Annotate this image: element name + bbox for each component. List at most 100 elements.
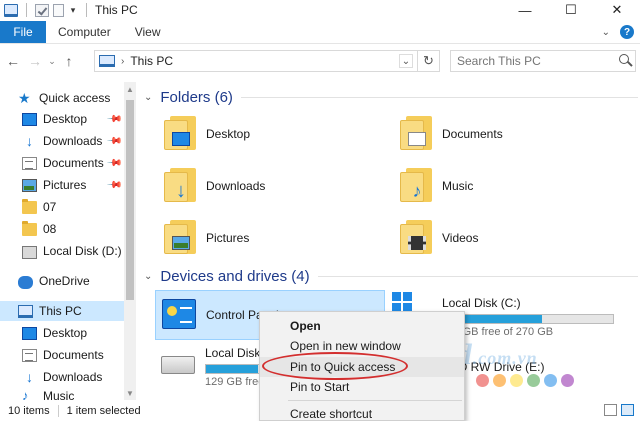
desktop-folder-icon	[164, 116, 196, 152]
sidebar-item-08[interactable]: 08	[0, 219, 124, 239]
scroll-up-arrow-icon[interactable]: ▲	[124, 82, 136, 96]
folder-label: Pictures	[206, 231, 250, 245]
minimize-button[interactable]: —	[502, 0, 548, 20]
expand-ribbon-icon[interactable]: ⌄	[602, 27, 610, 38]
sidebar-item-this-pc[interactable]: This PC	[0, 301, 124, 321]
sidebar-scrollbar[interactable]: ▲ ▼	[124, 82, 136, 400]
sidebar-item-desktop[interactable]: Desktop 📌	[0, 109, 124, 129]
search-input[interactable]	[457, 54, 607, 68]
devices-section-title: Devices and drives (4)	[160, 267, 310, 285]
up-button[interactable]: ↑	[58, 50, 80, 72]
sidebar-item-pc-music[interactable]: ♪ Music	[0, 389, 124, 400]
music-icon: ♪	[22, 389, 29, 400]
this-pc-icon[interactable]	[4, 3, 18, 17]
address-dropdown-icon[interactable]: ⌄	[399, 54, 413, 68]
customize-dropdown-icon[interactable]: ▾	[68, 4, 78, 17]
sidebar-item-pc-documents[interactable]: Documents	[0, 345, 124, 365]
address-bar[interactable]: › This PC ⌄ ↻	[94, 50, 440, 72]
window-controls: — ☐ ✕	[502, 0, 640, 20]
music-folder-icon: ♪	[400, 168, 432, 204]
this-pc-icon	[99, 55, 115, 67]
folder-icon	[22, 220, 37, 236]
back-button[interactable]: ←	[2, 50, 24, 72]
folder-label: Desktop	[206, 127, 251, 141]
item-count: 10 items	[8, 404, 50, 417]
close-button[interactable]: ✕	[594, 0, 640, 20]
new-folder-icon[interactable]	[53, 3, 64, 17]
window-title: This PC	[95, 3, 138, 17]
toolbar-divider	[86, 3, 87, 17]
folder-downloads[interactable]: ↓ Downloads	[144, 162, 374, 210]
scroll-down-arrow-icon[interactable]: ▼	[124, 386, 136, 400]
details-view-icon[interactable]	[604, 404, 617, 416]
sidebar-item-label: OneDrive	[39, 274, 90, 288]
hard-disk-icon	[161, 356, 195, 374]
control-panel-icon	[162, 299, 196, 329]
recent-locations-button[interactable]: ⌄	[46, 50, 58, 72]
this-pc-icon	[18, 304, 33, 318]
tab-file[interactable]: File	[0, 21, 46, 43]
refresh-icon[interactable]: ↻	[417, 51, 439, 71]
downloads-icon: ↓	[26, 132, 33, 149]
selection-count: 1 item selected	[66, 404, 141, 417]
folder-label: Downloads	[206, 179, 266, 193]
tab-view[interactable]: View	[123, 21, 173, 43]
sidebar-item-pc-downloads[interactable]: ↓ Downloads	[0, 367, 124, 387]
folder-icon	[22, 198, 37, 214]
folder-music[interactable]: ♪ Music	[380, 162, 610, 210]
forward-button[interactable]: →	[24, 50, 46, 72]
devices-section-header[interactable]: ⌄ Devices and drives (4)	[144, 265, 638, 287]
folder-label: Documents	[442, 127, 503, 141]
menu-item-pin-start[interactable]: Pin to Start	[260, 377, 464, 397]
sidebar-item-07[interactable]: 07	[0, 197, 124, 217]
pin-icon: 📌	[105, 176, 123, 194]
pictures-icon	[22, 178, 37, 192]
title-bar: ▾ This PC — ☐ ✕	[0, 0, 640, 20]
section-divider	[317, 275, 638, 277]
folders-section-header[interactable]: ⌄ Folders (6)	[144, 86, 638, 108]
large-icons-view-icon[interactable]	[621, 404, 634, 416]
ribbon-right-controls: ⌄ ?	[602, 25, 634, 39]
search-box[interactable]	[450, 50, 636, 72]
sidebar-item-onedrive[interactable]: OneDrive	[0, 271, 124, 291]
menu-item-open-new-window[interactable]: Open in new window	[260, 336, 464, 356]
tab-computer[interactable]: Computer	[46, 21, 123, 43]
breadcrumb-separator[interactable]: ›	[121, 56, 124, 67]
folder-desktop[interactable]: Desktop	[144, 110, 374, 158]
scroll-thumb[interactable]	[126, 100, 134, 300]
maximize-button[interactable]: ☐	[548, 0, 594, 20]
sidebar-item-label: 07	[43, 200, 57, 214]
collapse-chevron-icon[interactable]: ⌄	[144, 271, 152, 282]
folder-label: Videos	[442, 231, 479, 245]
sidebar-item-pc-desktop[interactable]: Desktop	[0, 323, 124, 343]
breadcrumb-this-pc[interactable]: This PC	[130, 54, 173, 68]
status-divider	[57, 404, 59, 417]
sidebar-item-label: Desktop	[43, 326, 88, 340]
sidebar-item-documents[interactable]: Documents 📌	[0, 153, 124, 173]
sidebar-item-label: Music	[43, 389, 75, 400]
navigation-pane: ★ Quick access Desktop 📌 ↓ Downloads 📌 D…	[0, 82, 138, 400]
folder-pictures[interactable]: Pictures	[144, 214, 374, 262]
properties-icon[interactable]	[35, 3, 49, 17]
sidebar-item-local-disk-d[interactable]: Local Disk (D:)	[0, 241, 124, 261]
menu-item-open[interactable]: Open	[260, 316, 464, 336]
sidebar-item-label: Documents	[43, 348, 104, 362]
documents-icon	[22, 348, 37, 362]
sidebar-item-pictures[interactable]: Pictures 📌	[0, 175, 124, 195]
section-divider	[240, 96, 638, 98]
documents-folder-icon	[400, 116, 432, 152]
sidebar-item-downloads[interactable]: ↓ Downloads 📌	[0, 131, 124, 151]
sidebar-item-label: Desktop	[43, 112, 88, 126]
desktop-icon	[22, 326, 37, 340]
collapse-chevron-icon[interactable]: ⌄	[144, 92, 152, 103]
folder-documents[interactable]: Documents	[380, 110, 610, 158]
search-icon[interactable]	[619, 54, 629, 64]
toolbar-divider	[26, 3, 27, 17]
help-icon[interactable]: ?	[620, 25, 634, 39]
folder-videos[interactable]: Videos	[380, 214, 610, 262]
menu-item-pin-quick-access[interactable]: Pin to Quick access	[260, 357, 464, 377]
desktop-icon	[22, 112, 37, 126]
sidebar-item-quick-access[interactable]: ★ Quick access	[0, 88, 124, 108]
pin-icon: 📌	[105, 154, 123, 172]
ribbon-tabs: File Computer View ⌄ ?	[0, 21, 640, 44]
